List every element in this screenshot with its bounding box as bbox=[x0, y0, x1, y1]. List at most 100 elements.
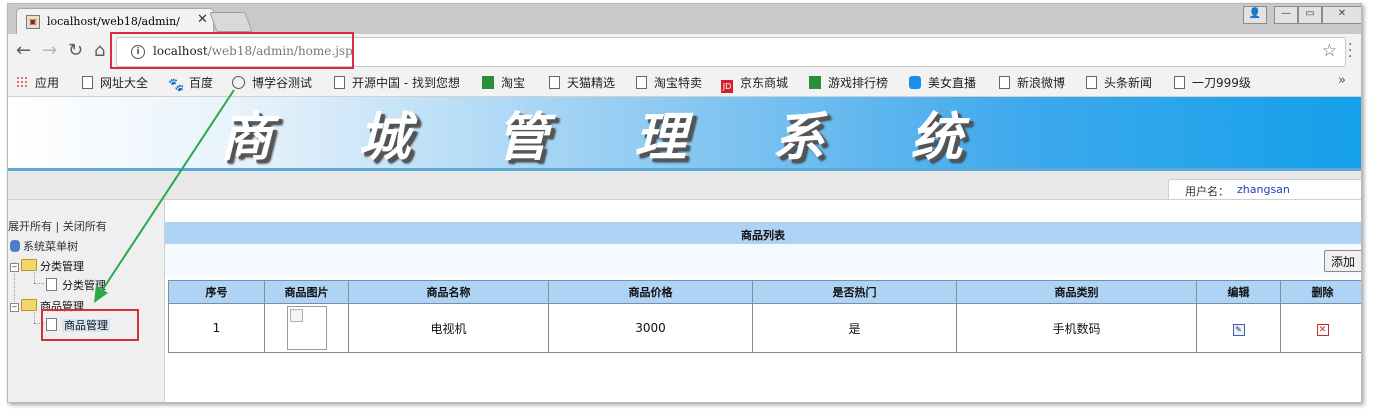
bookmark-label: 游戏排行榜 bbox=[828, 76, 889, 90]
bookmark-item[interactable]: 淘宝特卖 bbox=[636, 74, 702, 91]
document-icon bbox=[46, 278, 57, 291]
bookmark-item[interactable]: 天猫精选 bbox=[549, 74, 615, 91]
cell-image bbox=[264, 303, 349, 353]
collapse-all-link[interactable]: 关闭所有 bbox=[63, 220, 107, 233]
tree-line bbox=[34, 270, 35, 283]
column-header: 商品名称 bbox=[348, 280, 549, 304]
tree-line bbox=[34, 310, 35, 323]
jd-icon: JD bbox=[721, 80, 733, 93]
separator: | bbox=[55, 220, 60, 233]
new-tab-button[interactable] bbox=[209, 12, 253, 32]
delete-icon[interactable]: ✕ bbox=[1316, 323, 1329, 336]
product-table: 序号 商品图片 商品名称 商品价格 是否热门 商品类别 编辑 删除 1 电视机 … bbox=[168, 280, 1361, 353]
bookmark-item[interactable]: JD 京东商城 bbox=[721, 74, 788, 93]
maximize-icon[interactable]: ▭ bbox=[1298, 6, 1322, 24]
tab-title: localhost/web18/admin/ bbox=[47, 15, 180, 28]
collapse-toggle-icon[interactable]: − bbox=[10, 263, 19, 272]
cell-delete: ✕ bbox=[1280, 303, 1361, 353]
back-arrow-icon[interactable]: ← bbox=[16, 41, 31, 61]
tree-root-label: 系统菜单树 bbox=[23, 240, 78, 253]
cell-hot: 是 bbox=[752, 303, 957, 353]
bookmark-label: 淘宝特卖 bbox=[654, 76, 703, 90]
bookmark-item[interactable]: 一刀999级 bbox=[1174, 74, 1251, 91]
page-icon bbox=[999, 76, 1010, 89]
bookmark-label: 网址大全 bbox=[100, 76, 149, 90]
user-info: 用户名： zhangsan bbox=[1168, 179, 1361, 200]
tree-group-label: 分类管理 bbox=[40, 260, 84, 273]
profile-icon[interactable]: 👤 bbox=[1243, 6, 1267, 24]
cell-name: 电视机 bbox=[348, 303, 549, 353]
bookmark-item[interactable]: 淘宝 bbox=[482, 74, 525, 91]
tab-close-icon[interactable]: ✕ bbox=[197, 12, 208, 27]
bookmark-label: 一刀999级 bbox=[1192, 76, 1251, 90]
circle-icon bbox=[232, 76, 245, 89]
status-strip bbox=[8, 171, 1361, 200]
table-header-row: 序号 商品图片 商品名称 商品价格 是否热门 商品类别 编辑 删除 bbox=[168, 280, 1361, 304]
expand-all-link[interactable]: 展开所有 bbox=[8, 220, 52, 233]
cell-index: 1 bbox=[168, 303, 265, 353]
green-icon bbox=[482, 76, 494, 89]
bookmarks-bar: 应用 网址大全 🐾 百度 博学谷测试 开源中国 - 找到您想 淘宝 天猫精选 淘宝… bbox=[8, 68, 1361, 97]
wifi-icon bbox=[909, 76, 921, 89]
bookmark-item[interactable]: 新浪微博 bbox=[999, 74, 1065, 91]
title-bar: ▣ localhost/web18/admin/ ✕ 👤 — ▭ ✕ bbox=[8, 4, 1361, 35]
bookmark-label: 博学谷测试 bbox=[252, 76, 313, 90]
bookmark-star-icon[interactable]: ☆ bbox=[1322, 41, 1337, 61]
bookmark-label: 头条新闻 bbox=[1104, 76, 1153, 90]
page-icon bbox=[334, 76, 345, 89]
cell-price: 3000 bbox=[548, 303, 753, 353]
sidebar: 展开所有 | 关闭所有 系统菜单树 − 分类管理 分类管理 − 商品管理 商品管理 bbox=[8, 200, 165, 402]
bookmark-item[interactable]: 网址大全 bbox=[82, 74, 148, 91]
page-favicon-icon: ▣ bbox=[26, 15, 40, 29]
green-icon bbox=[809, 76, 821, 89]
tree-group-category[interactable]: − 分类管理 bbox=[10, 258, 84, 274]
home-icon[interactable]: ⌂ bbox=[94, 41, 105, 61]
bookmark-item[interactable]: 🐾 百度 bbox=[168, 74, 214, 93]
bookmark-apps[interactable]: 应用 bbox=[16, 74, 59, 91]
forward-arrow-icon[interactable]: → bbox=[42, 41, 57, 61]
page-icon bbox=[82, 76, 93, 89]
bookmark-item[interactable]: 头条新闻 bbox=[1086, 74, 1152, 91]
reload-icon[interactable]: ↻ bbox=[68, 41, 83, 61]
table-row: 1 电视机 3000 是 手机数码 ✎ ✕ bbox=[168, 303, 1361, 353]
collapse-toggle-icon[interactable]: − bbox=[10, 303, 19, 312]
app-title: 商 城 管 理 系 统 bbox=[220, 107, 997, 168]
bookmarks-more-icon[interactable]: » bbox=[1338, 73, 1346, 88]
page-icon bbox=[1086, 76, 1097, 89]
bookmark-item[interactable]: 开源中国 - 找到您想 bbox=[334, 74, 469, 91]
close-window-icon[interactable]: ✕ bbox=[1322, 6, 1361, 24]
column-header: 商品图片 bbox=[264, 280, 349, 304]
bookmark-item[interactable]: 博学谷测试 bbox=[232, 74, 312, 91]
tree-root[interactable]: 系统菜单树 bbox=[10, 238, 78, 254]
cell-category: 手机数码 bbox=[956, 303, 1197, 353]
tree-item-category-management[interactable]: 分类管理 bbox=[46, 277, 106, 293]
add-button[interactable]: 添加 bbox=[1324, 250, 1361, 272]
column-header: 序号 bbox=[168, 280, 265, 304]
bookmark-item[interactable]: 游戏排行榜 bbox=[809, 74, 888, 91]
tree-item-label: 分类管理 bbox=[62, 279, 106, 292]
minimize-icon[interactable]: — bbox=[1274, 6, 1298, 24]
bookmark-label: 百度 bbox=[189, 76, 214, 90]
list-toolbar bbox=[165, 244, 1361, 276]
baidu-icon: 🐾 bbox=[168, 78, 185, 93]
annotation-box-menu bbox=[41, 309, 139, 341]
bookmark-label: 开源中国 - 找到您想 bbox=[352, 76, 460, 90]
list-title: 商品列表 bbox=[741, 229, 785, 242]
bookmark-item[interactable]: 美女直播 bbox=[909, 74, 976, 91]
apps-icon bbox=[16, 76, 28, 89]
broken-image-icon bbox=[286, 306, 327, 350]
database-icon bbox=[10, 240, 20, 252]
menu-kebab-icon[interactable]: · · · bbox=[1348, 38, 1352, 64]
bookmark-label: 新浪微博 bbox=[1017, 76, 1066, 90]
annotation-box-url bbox=[110, 32, 354, 69]
bookmark-label: 应用 bbox=[35, 76, 60, 90]
page-icon bbox=[1174, 76, 1185, 89]
edit-icon[interactable]: ✎ bbox=[1232, 323, 1245, 336]
browser-tab[interactable]: ▣ localhost/web18/admin/ ✕ bbox=[16, 8, 214, 35]
bookmark-label: 天猫精选 bbox=[567, 76, 616, 90]
column-header: 编辑 bbox=[1196, 280, 1281, 304]
username-value: zhangsan bbox=[1237, 183, 1290, 196]
list-title-bar: 商品列表 bbox=[165, 222, 1361, 244]
bookmark-label: 淘宝 bbox=[501, 76, 526, 90]
column-header: 商品类别 bbox=[956, 280, 1197, 304]
